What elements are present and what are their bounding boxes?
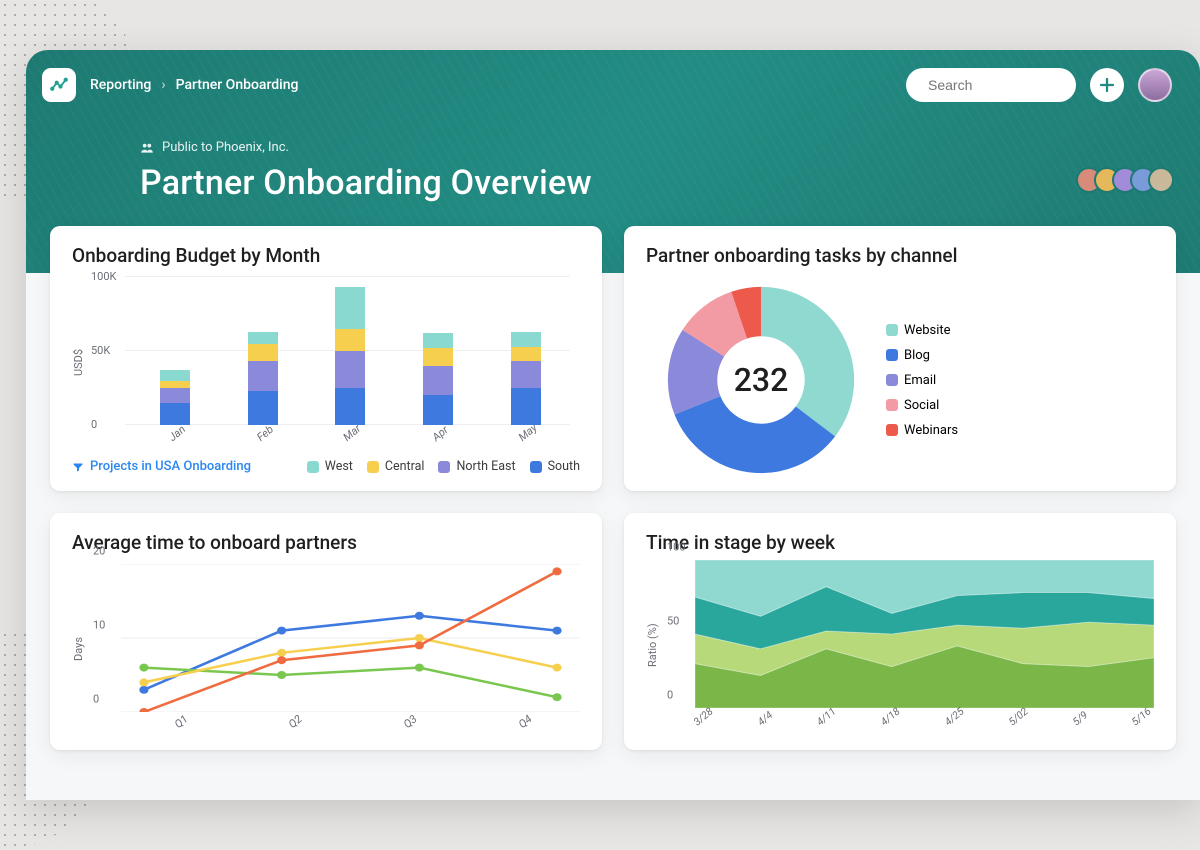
- legend-item[interactable]: West: [307, 459, 353, 474]
- x-tick: 5/02: [1006, 705, 1031, 729]
- card-budget: Onboarding Budget by Month USD$ 050K100K…: [50, 226, 602, 491]
- search-input[interactable]: [928, 77, 1109, 93]
- x-tick: 3/28: [691, 705, 716, 729]
- donut-center-value: 232: [666, 285, 856, 475]
- x-tick: Jan: [166, 423, 188, 444]
- y-axis-label: USD$: [72, 277, 85, 447]
- card-channel: Partner onboarding tasks by channel 232 …: [624, 226, 1176, 491]
- filter-label: Projects in USA Onboarding: [90, 459, 251, 474]
- legend-item[interactable]: South: [530, 459, 580, 474]
- bar-apr[interactable]: Apr: [423, 333, 453, 425]
- x-tick: 4/4: [755, 708, 775, 728]
- app-window: Reporting › Partner Onboarding Public to…: [26, 50, 1200, 800]
- bar-feb[interactable]: Feb: [248, 332, 278, 425]
- search-field[interactable]: [906, 68, 1076, 102]
- card-title: Time in stage by week: [646, 531, 1154, 554]
- add-button[interactable]: [1090, 68, 1124, 102]
- chart-legend: Website Blog Email Social Webinars: [886, 323, 958, 438]
- avatar[interactable]: [1148, 167, 1174, 193]
- avgtime-line-chart: 01020 Q1Q2Q3Q4: [93, 564, 580, 734]
- card-title: Average time to onboard partners: [72, 531, 580, 554]
- y-axis-label: Ratio (%): [646, 560, 659, 730]
- app-logo[interactable]: [42, 68, 76, 102]
- page-title: Partner Onboarding Overview: [140, 163, 1172, 203]
- breadcrumb-current[interactable]: Partner Onboarding: [176, 77, 299, 93]
- card-title: Partner onboarding tasks by channel: [646, 244, 1154, 267]
- legend-item[interactable]: Central: [367, 459, 425, 474]
- chevron-right-icon: ›: [161, 77, 165, 93]
- bar-may[interactable]: May: [511, 332, 541, 425]
- legend-item[interactable]: Social: [886, 398, 958, 413]
- x-tick: Feb: [254, 423, 276, 444]
- people-icon: [140, 141, 154, 155]
- x-tick: Q2: [286, 712, 305, 731]
- filter-icon: [72, 461, 84, 473]
- budget-bar-chart: 050K100K JanFebMarAprMay: [93, 277, 580, 447]
- breadcrumb: Reporting › Partner Onboarding: [90, 77, 298, 93]
- legend-item[interactable]: Webinars: [886, 423, 958, 438]
- card-avgtime: Average time to onboard partners Days 01…: [50, 513, 602, 750]
- user-avatar[interactable]: [1138, 68, 1172, 102]
- plus-icon: [1098, 76, 1116, 94]
- x-tick: Apr: [430, 423, 451, 444]
- legend-item[interactable]: Website: [886, 323, 958, 338]
- timestage-area-chart: 050100 3/284/44/114/184/255/025/95/16: [667, 560, 1154, 730]
- dashboard-grid: Onboarding Budget by Month USD$ 050K100K…: [26, 226, 1200, 750]
- visibility-label: Public to Phoenix, Inc.: [162, 140, 289, 155]
- filter-link[interactable]: Projects in USA Onboarding: [72, 459, 251, 474]
- x-tick: 5/16: [1128, 705, 1153, 729]
- card-title: Onboarding Budget by Month: [72, 244, 580, 267]
- x-tick: Q3: [401, 712, 420, 731]
- chart-legend: West Central North East South: [307, 459, 580, 474]
- x-tick: Mar: [341, 422, 364, 444]
- legend-item[interactable]: Blog: [886, 348, 958, 363]
- visibility-row[interactable]: Public to Phoenix, Inc.: [140, 140, 1172, 155]
- collaborator-facepile[interactable]: [1084, 167, 1174, 193]
- y-axis-label: Days: [72, 564, 85, 734]
- x-tick: 4/25: [942, 705, 967, 729]
- legend-item[interactable]: Email: [886, 373, 958, 388]
- x-tick: 4/18: [878, 705, 903, 729]
- legend-item[interactable]: North East: [438, 459, 515, 474]
- x-tick: Q1: [172, 712, 191, 731]
- channel-donut-chart: 232: [666, 285, 856, 475]
- bar-jan[interactable]: Jan: [160, 370, 190, 425]
- x-tick: 4/11: [813, 705, 838, 729]
- bar-mar[interactable]: Mar: [335, 287, 365, 425]
- x-tick: 5/9: [1070, 708, 1090, 728]
- breadcrumb-root[interactable]: Reporting: [90, 77, 151, 93]
- card-timestage: Time in stage by week Ratio (%) 050100 3…: [624, 513, 1176, 750]
- x-tick: Q4: [516, 712, 535, 731]
